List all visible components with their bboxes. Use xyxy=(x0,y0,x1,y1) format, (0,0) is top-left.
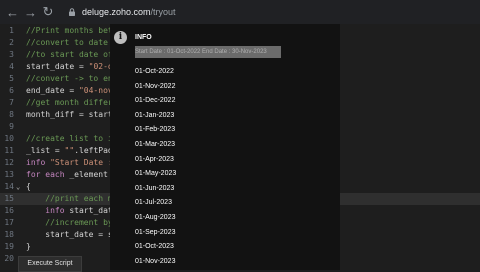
output-panel: i INFO Start Date : 01-Oct-2022 End Date… xyxy=(110,24,340,270)
code-token: info xyxy=(26,158,51,167)
output-date-line: 01-Jul-2023 xyxy=(135,199,172,207)
output-date-line: 01-Jun-2023 xyxy=(135,184,175,192)
fold-chevron-icon[interactable]: ⌄ xyxy=(16,181,20,193)
output-date-line: 01-Oct-2023 xyxy=(135,243,174,251)
code-token: end_date xyxy=(26,86,65,95)
output-date-line: 01-Oct-2022 xyxy=(135,68,174,75)
line-number: 7 xyxy=(9,98,14,107)
code-token: = xyxy=(50,146,65,155)
output-date-line: 01-Apr-2023 xyxy=(135,155,174,163)
line-number: 5 xyxy=(9,74,14,83)
line-number: 3 xyxy=(9,50,14,59)
line-number: 16 xyxy=(4,206,14,215)
url-host: deluge.zoho.com xyxy=(82,7,151,17)
code-token: { xyxy=(26,182,31,191)
code-text: } xyxy=(26,241,31,253)
code-token: //convert to date xyxy=(26,38,108,47)
line-number: 12 xyxy=(4,158,14,167)
url-path: /tryout xyxy=(150,7,176,17)
output-date-line: 01-Nov-2022 xyxy=(135,82,176,90)
code-text: //convert to date xyxy=(26,37,108,49)
output-date-line: 01-Jan-2023 xyxy=(135,111,175,119)
output-date-line: 01-Sep-2023 xyxy=(135,228,176,236)
browser-toolbar: ← → ↻ deluge.zoho.com /tryout xyxy=(0,0,480,24)
line-number: 14 xyxy=(4,182,14,191)
line-number: 15 xyxy=(4,194,14,203)
line-number: 1 xyxy=(9,26,14,35)
code-token: = xyxy=(64,86,79,95)
output-header: INFO xyxy=(135,34,152,41)
line-number: 4 xyxy=(9,62,14,71)
output-date-line: 01-Dec-2022 xyxy=(135,97,176,105)
line-number: 19 xyxy=(4,242,14,251)
line-number: 10 xyxy=(4,134,14,143)
info-icon: i xyxy=(114,31,127,44)
output-date-line: 01-Mar-2023 xyxy=(135,141,176,148)
lock-icon xyxy=(69,8,75,16)
line-number: 2 xyxy=(9,38,14,47)
back-arrow-icon[interactable]: ← xyxy=(6,5,19,20)
code-token: info xyxy=(26,206,70,215)
line-number: 18 xyxy=(4,230,14,239)
line-number: 6 xyxy=(9,86,14,95)
code-text: { xyxy=(26,181,31,193)
code-token: month_diff xyxy=(26,110,75,119)
output-date-line: 01-Nov-2023 xyxy=(135,257,176,265)
line-number: 13 xyxy=(4,170,14,179)
line-number: 17 xyxy=(4,218,14,227)
address-bar[interactable]: deluge.zoho.com /tryout xyxy=(68,7,176,17)
line-number: 9 xyxy=(9,122,14,131)
output-date-line: 01-Feb-2023 xyxy=(135,126,176,134)
line-number: 8 xyxy=(9,110,14,119)
line-number: 20 xyxy=(4,254,14,263)
code-token: "" xyxy=(64,146,75,155)
forward-arrow-icon[interactable]: → xyxy=(24,5,37,20)
code-token: _list xyxy=(26,146,51,155)
line-number: 11 xyxy=(4,146,14,155)
code-token: } xyxy=(26,242,31,251)
output-date-line: 01-May-2023 xyxy=(135,170,177,178)
code-token: for each xyxy=(26,170,70,179)
output-selected-line[interactable]: Start Date : 01-Oct-2022 End Date : 30-N… xyxy=(135,46,281,58)
code-token: start_date xyxy=(26,62,75,71)
reload-icon[interactable]: ↻ xyxy=(42,4,54,20)
output-date-line: 01-Aug-2023 xyxy=(135,214,176,221)
code-token: = xyxy=(74,62,89,71)
